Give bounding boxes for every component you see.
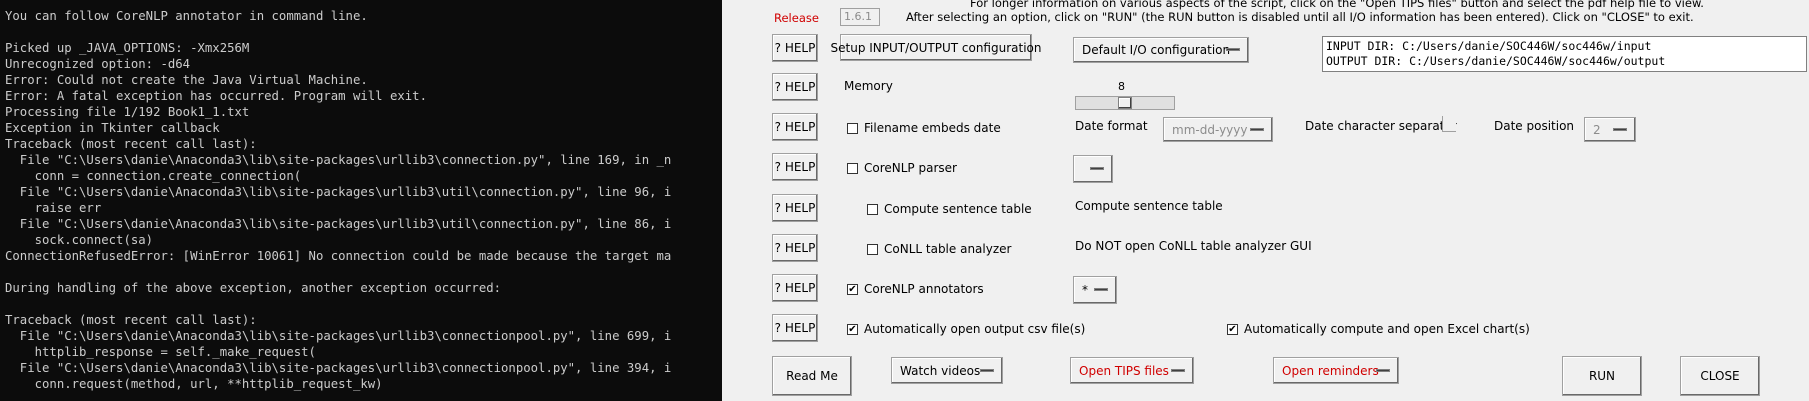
io-directories-display: INPUT DIR: C:/Users/danie/SOC446W/soc446…: [1322, 36, 1807, 72]
dropdown-indicator-icon: [1171, 368, 1185, 372]
dropdown-indicator-icon: [1094, 288, 1108, 291]
run-button[interactable]: RUN: [1562, 356, 1642, 396]
open-csv-label: Automatically open output csv file(s): [864, 322, 1086, 336]
compute-sentence-table-checkbox[interactable]: Compute sentence table: [867, 202, 1032, 216]
excel-chart-checkbox[interactable]: Automatically compute and open Excel cha…: [1227, 322, 1530, 336]
open-tips-menu[interactable]: Open TIPS files: [1070, 357, 1194, 384]
date-position-label: Date position: [1494, 119, 1575, 133]
corenlp-annotators-menu[interactable]: *: [1073, 276, 1117, 304]
help-button-io[interactable]: ? HELP: [772, 34, 818, 62]
dropdown-indicator-icon: [1090, 167, 1104, 170]
dropdown-indicator-icon: [980, 368, 994, 372]
checkbox-checked-icon: [1227, 323, 1238, 335]
date-position-value: 2: [1593, 122, 1601, 137]
memory-slider-handle[interactable]: [1118, 97, 1132, 109]
dropdown-indicator-icon: [1613, 127, 1627, 131]
help-button-output[interactable]: ? HELP: [772, 314, 818, 342]
dropdown-indicator-icon: [1226, 48, 1240, 51]
output-dir-text: OUTPUT DIR: C:/Users/danie/SOC446W/soc44…: [1326, 54, 1666, 68]
date-position-menu[interactable]: 2: [1584, 117, 1636, 142]
close-button[interactable]: CLOSE: [1680, 356, 1760, 396]
checkbox-icon: [867, 243, 878, 255]
date-separator-field[interactable]: [1442, 116, 1456, 132]
io-configuration-value: Default I/O configuration: [1082, 43, 1231, 57]
info-line-text: After selecting an option, click on "RUN…: [906, 10, 1694, 24]
corenlp-gui-window: For longer information on various aspect…: [722, 0, 1809, 401]
help-button-parser[interactable]: ? HELP: [772, 153, 818, 181]
corenlp-annotators-value: *: [1082, 283, 1088, 297]
command-console: You can follow CoreNLP annotator in comm…: [0, 0, 722, 401]
sentence-table-status: Compute sentence table: [1075, 199, 1223, 213]
help-button-sentence-table[interactable]: ? HELP: [772, 194, 818, 222]
dropdown-indicator-icon: [1376, 368, 1390, 372]
help-button-memory[interactable]: ? HELP: [772, 73, 818, 101]
checkbox-checked-icon: [847, 283, 858, 295]
filename-embeds-date-checkbox[interactable]: Filename embeds date: [847, 121, 1001, 135]
checkbox-checked-icon: [847, 323, 858, 335]
memory-label: Memory: [844, 79, 893, 93]
info-top-text: For longer information on various aspect…: [970, 0, 1704, 10]
corenlp-annotators-label: CoreNLP annotators: [864, 282, 984, 296]
checkbox-icon: [847, 162, 858, 174]
release-version-field: 1.6.1: [840, 8, 880, 26]
corenlp-parser-menu[interactable]: [1073, 155, 1113, 183]
help-button-conll[interactable]: ? HELP: [772, 234, 818, 262]
excel-chart-label: Automatically compute and open Excel cha…: [1244, 322, 1530, 336]
memory-slider-track[interactable]: [1075, 96, 1175, 110]
filename-embeds-date-label: Filename embeds date: [864, 121, 1001, 135]
date-format-label: Date format: [1075, 119, 1148, 133]
corenlp-parser-label: CoreNLP parser: [864, 161, 957, 175]
dropdown-indicator-icon: [1250, 127, 1264, 131]
watch-videos-value: Watch videos: [900, 363, 981, 378]
date-format-value: mm-dd-yyyy: [1172, 122, 1248, 137]
conll-status: Do NOT open CoNLL table analyzer GUI: [1075, 239, 1312, 253]
help-button-date[interactable]: ? HELP: [772, 113, 818, 141]
corenlp-annotators-checkbox[interactable]: CoreNLP annotators: [847, 282, 984, 296]
io-configuration-menu[interactable]: Default I/O configuration: [1073, 37, 1249, 63]
open-tips-value: Open TIPS files: [1079, 363, 1169, 378]
setup-io-button[interactable]: Setup INPUT/OUTPUT configuration: [831, 34, 1042, 61]
read-me-button[interactable]: Read Me: [772, 356, 852, 396]
date-separator-label: Date character separator: [1305, 119, 1457, 133]
conll-analyzer-label: CoNLL table analyzer: [884, 242, 1012, 256]
open-csv-checkbox[interactable]: Automatically open output csv file(s): [847, 322, 1085, 336]
checkbox-icon: [867, 203, 878, 215]
watch-videos-menu[interactable]: Watch videos: [891, 357, 1003, 384]
open-reminders-value: Open reminders: [1282, 363, 1379, 378]
release-label: Release: [774, 11, 819, 25]
help-button-annotators[interactable]: ? HELP: [772, 274, 818, 302]
console-output: You can follow CoreNLP annotator in comm…: [5, 9, 672, 391]
date-format-menu[interactable]: mm-dd-yyyy: [1163, 117, 1273, 142]
conll-analyzer-checkbox[interactable]: CoNLL table analyzer: [867, 242, 1011, 256]
corenlp-parser-checkbox[interactable]: CoreNLP parser: [847, 161, 957, 175]
compute-sentence-table-label: Compute sentence table: [884, 202, 1032, 216]
memory-value: 8: [1118, 80, 1125, 93]
open-reminders-menu[interactable]: Open reminders: [1273, 357, 1399, 384]
input-dir-text: INPUT DIR: C:/Users/danie/SOC446W/soc446…: [1326, 39, 1652, 53]
checkbox-icon: [847, 122, 858, 134]
